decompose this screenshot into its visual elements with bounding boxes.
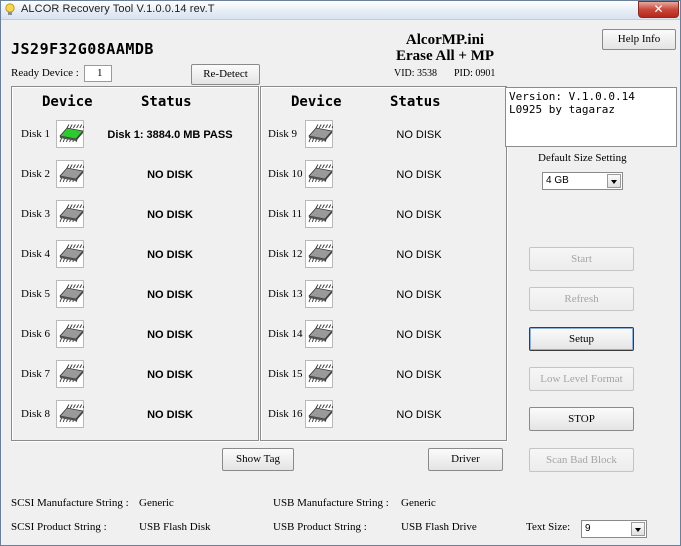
disk-status: Disk 1: 3884.0 MB PASS <box>107 129 233 141</box>
chevron-down-icon[interactable] <box>631 522 645 536</box>
device-header-left: Device <box>42 94 93 110</box>
disk-label: Disk 10 <box>268 168 303 180</box>
disk-status: NO DISK <box>396 129 442 141</box>
scan-bad-block-button[interactable]: Scan Bad Block <box>529 448 634 472</box>
disk-status: NO DISK <box>147 409 193 421</box>
ini-mode: Erase All + MP <box>395 48 495 64</box>
window-title: ALCOR Recovery Tool V.1.0.0.14 rev.T <box>21 3 215 15</box>
stop-button[interactable]: STOP <box>529 407 634 431</box>
default-size-label: Default Size Setting <box>538 152 627 164</box>
disk-status: NO DISK <box>396 169 442 181</box>
disk-chip-icon[interactable] <box>305 120 333 148</box>
disk-chip-icon[interactable] <box>56 320 84 348</box>
text-size-value: 9 <box>585 523 591 534</box>
disk-chip-icon[interactable] <box>56 360 84 388</box>
scsi-manufacture-value: Generic <box>139 497 174 509</box>
disk-label: Disk 14 <box>268 328 303 340</box>
disk-status: NO DISK <box>147 209 193 221</box>
setup-button[interactable]: Setup <box>529 327 634 351</box>
disk-chip-icon[interactable] <box>56 400 84 428</box>
disk-label: Disk 13 <box>268 288 303 300</box>
ini-title: AlcorMP.ini <box>405 32 485 48</box>
disk-label: Disk 12 <box>268 248 303 260</box>
help-info-button[interactable]: Help Info <box>602 29 676 50</box>
title-bar: ALCOR Recovery Tool V.1.0.0.14 rev.T <box>1 1 680 20</box>
disk-label: Disk 9 <box>268 128 298 140</box>
disk-chip-icon[interactable] <box>305 200 333 228</box>
disk-label: Disk 11 <box>268 208 303 220</box>
ini-info: AlcorMP.ini Erase All + MP <box>393 32 497 64</box>
disk-label: Disk 8 <box>21 408 51 420</box>
disk-status: NO DISK <box>396 289 442 301</box>
disk-label: Disk 4 <box>21 248 51 260</box>
disk-chip-icon[interactable] <box>56 120 84 148</box>
refresh-button[interactable]: Refresh <box>529 287 634 311</box>
disk-label: Disk 16 <box>268 408 303 420</box>
disk-label: Disk 7 <box>21 368 51 380</box>
chevron-down-icon[interactable] <box>607 174 621 188</box>
disk-chip-icon[interactable] <box>305 160 333 188</box>
disk-status: NO DISK <box>147 369 193 381</box>
text-size-label: Text Size: <box>526 521 571 533</box>
disk-label: Disk 1 <box>21 128 51 140</box>
disk-status: NO DISK <box>147 329 193 341</box>
status-header-left: Status <box>141 94 192 110</box>
disk-chip-icon[interactable] <box>56 160 84 188</box>
usb-product-label: USB Product String : <box>273 521 367 533</box>
version-box: Version: V.1.0.0.14 L0925 by tagaraz <box>505 87 677 147</box>
chip-model: JS29F32G08AAMDB <box>11 40 154 58</box>
disk-chip-icon[interactable] <box>305 320 333 348</box>
scsi-product-value: USB Flash Disk <box>139 521 211 533</box>
app-bulb-icon <box>5 3 15 15</box>
disk-label: Disk 2 <box>21 168 51 180</box>
disk-chip-icon[interactable] <box>56 280 84 308</box>
disk-label: Disk 5 <box>21 288 51 300</box>
disk-chip-icon[interactable] <box>56 200 84 228</box>
usb-manufacture-label: USB Manufacture String : <box>273 497 389 509</box>
version-line: Version: V.1.0.0.14 <box>509 90 635 103</box>
ready-device-label: Ready Device : <box>11 67 79 79</box>
usb-manufacture-value: Generic <box>401 497 436 509</box>
start-button[interactable]: Start <box>529 247 634 271</box>
status-header-right: Status <box>390 94 441 110</box>
default-size-select[interactable]: 4 GB <box>542 172 623 190</box>
author-line: L0925 by tagaraz <box>509 103 615 116</box>
driver-button[interactable]: Driver <box>428 448 503 471</box>
disk-status: NO DISK <box>396 409 442 421</box>
ready-device-count: 1 <box>84 65 112 82</box>
disk-chip-icon[interactable] <box>56 240 84 268</box>
disk-status: NO DISK <box>396 209 442 221</box>
app-window: ALCOR Recovery Tool V.1.0.0.14 rev.T ✕ J… <box>0 0 681 546</box>
close-button[interactable]: ✕ <box>638 1 679 18</box>
disk-status: NO DISK <box>396 329 442 341</box>
disk-status: NO DISK <box>147 169 193 181</box>
usb-product-value: USB Flash Drive <box>401 521 477 533</box>
device-header-right: Device <box>291 94 342 110</box>
disk-chip-icon[interactable] <box>305 280 333 308</box>
scsi-product-label: SCSI Product String : <box>11 521 107 533</box>
text-size-select[interactable]: 9 <box>581 520 647 538</box>
disk-label: Disk 6 <box>21 328 51 340</box>
disk-chip-icon[interactable] <box>305 240 333 268</box>
scsi-manufacture-label: SCSI Manufacture String : <box>11 497 129 509</box>
low-level-format-button[interactable]: Low Level Format <box>529 367 634 391</box>
vid-label: VID: 3538 <box>394 68 438 79</box>
disk-label: Disk 15 <box>268 368 303 380</box>
redetect-button[interactable]: Re-Detect <box>191 64 260 85</box>
disk-label: Disk 3 <box>21 208 51 220</box>
disk-status: NO DISK <box>396 249 442 261</box>
default-size-value: 4 GB <box>546 175 569 186</box>
disk-chip-icon[interactable] <box>305 400 333 428</box>
pid-label: PID: 0901 <box>454 68 496 79</box>
disk-status: NO DISK <box>147 249 193 261</box>
disk-chip-icon[interactable] <box>305 360 333 388</box>
disk-status: NO DISK <box>147 289 193 301</box>
disk-status: NO DISK <box>396 369 442 381</box>
show-tag-button[interactable]: Show Tag <box>222 448 294 471</box>
